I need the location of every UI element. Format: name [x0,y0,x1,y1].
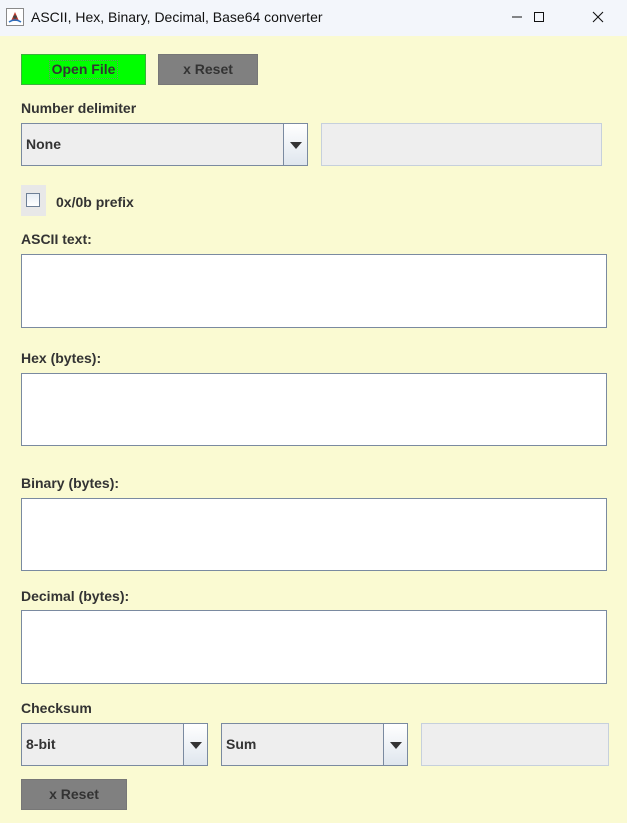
chevron-down-icon [390,741,402,749]
close-icon [592,11,604,23]
checksum-label: Checksum [21,700,92,716]
decimal-textarea[interactable] [21,610,607,684]
open-file-button[interactable]: Open File [21,54,146,85]
checksum-method-value: Sum [226,736,257,752]
delimiter-selected-value: None [26,136,61,152]
prefix-checkbox[interactable] [26,193,40,207]
hex-textarea[interactable] [21,373,607,446]
open-file-label: Open File [48,60,119,79]
checksum-result-field[interactable] [421,723,609,766]
delimiter-dropdown[interactable]: None [21,123,308,166]
checksum-bits-dropdown-arrow[interactable] [183,724,207,765]
binary-textarea[interactable] [21,498,607,571]
checksum-reset-button[interactable]: x Reset [21,779,127,810]
maximize-icon [534,12,544,22]
reset-button[interactable]: x Reset [158,54,258,85]
chevron-down-icon [190,741,202,749]
prefix-label: 0x/0b prefix [56,194,134,210]
close-button[interactable] [575,0,621,34]
decimal-label: Decimal (bytes): [21,588,130,604]
main-panel: Open File x Reset Number delimiter None … [0,36,627,823]
custom-delimiter-field[interactable] [321,123,602,166]
hex-label: Hex (bytes): [21,350,102,366]
checksum-method-dropdown[interactable]: Sum [221,723,408,766]
checksum-method-dropdown-arrow[interactable] [383,724,407,765]
window-title: ASCII, Hex, Binary, Decimal, Base64 conv… [31,9,323,25]
delimiter-label: Number delimiter [21,100,137,116]
title-bar: ASCII, Hex, Binary, Decimal, Base64 conv… [0,0,627,36]
binary-label: Binary (bytes): [21,475,120,491]
checksum-bits-value: 8-bit [26,736,56,752]
ascii-textarea[interactable] [21,254,607,328]
checksum-bits-dropdown[interactable]: 8-bit [21,723,208,766]
delimiter-dropdown-arrow[interactable] [283,124,307,165]
java-app-icon [6,8,24,26]
chevron-down-icon [290,141,302,149]
ascii-label: ASCII text: [21,231,92,247]
prefix-checkbox-area[interactable] [21,185,46,216]
maximize-button[interactable] [516,0,562,34]
